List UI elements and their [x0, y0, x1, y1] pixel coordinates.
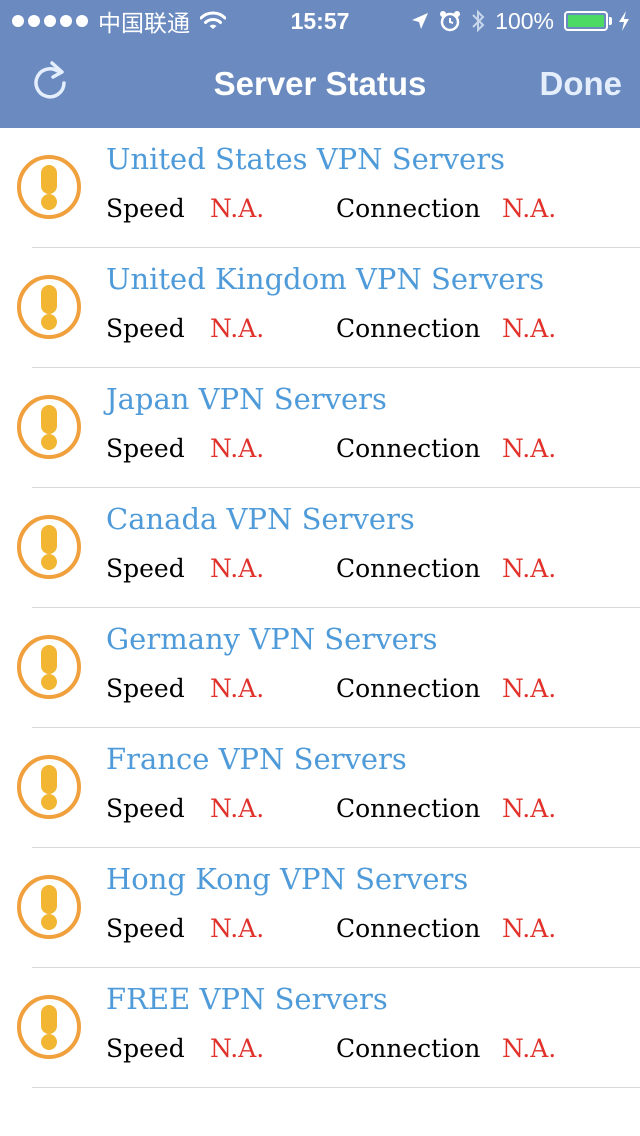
connection-label: Connection	[336, 914, 481, 943]
speed-label: Speed	[106, 794, 185, 823]
connection-label: Connection	[336, 434, 481, 463]
speed-value: N.A.	[210, 1034, 265, 1063]
server-stats: Speed N.A. Connection N.A.	[106, 674, 626, 708]
server-stats: Speed N.A. Connection N.A.	[106, 314, 626, 348]
server-name: France VPN Servers	[106, 742, 407, 776]
server-row[interactable]: Germany VPN Servers Speed N.A. Connection N.…	[0, 608, 640, 728]
status-bar: 中国联通 15:57 100%	[0, 0, 640, 40]
connection-value: N.A.	[502, 194, 557, 223]
warning-icon	[17, 635, 81, 699]
speed-value: N.A.	[210, 794, 265, 823]
server-list: United States VPN Servers Speed N.A. Connec…	[0, 128, 640, 1088]
server-stats: Speed N.A. Connection N.A.	[106, 434, 626, 468]
server-stats: Speed N.A. Connection N.A.	[106, 914, 626, 948]
warning-icon	[17, 275, 81, 339]
speed-label: Speed	[106, 554, 185, 583]
speed-label: Speed	[106, 674, 185, 703]
server-name: United States VPN Servers	[106, 142, 505, 176]
connection-value: N.A.	[502, 554, 557, 583]
warning-icon	[17, 395, 81, 459]
server-name: Canada VPN Servers	[106, 502, 415, 536]
warning-icon	[17, 155, 81, 219]
server-row[interactable]: United Kingdom VPN Servers Speed N.A. Conne…	[0, 248, 640, 368]
server-row[interactable]: Japan VPN Servers Speed N.A. Connection N.A.	[0, 368, 640, 488]
status-right: 100%	[411, 6, 630, 36]
speed-value: N.A.	[210, 314, 265, 343]
connection-value: N.A.	[502, 1034, 557, 1063]
server-name: United Kingdom VPN Servers	[106, 262, 545, 296]
connection-label: Connection	[336, 554, 481, 583]
connection-label: Connection	[336, 1034, 481, 1063]
speed-value: N.A.	[210, 194, 265, 223]
connection-label: Connection	[336, 314, 481, 343]
connection-value: N.A.	[502, 434, 557, 463]
server-stats: Speed N.A. Connection N.A.	[106, 194, 626, 228]
warning-icon	[17, 875, 81, 939]
server-stats: Speed N.A. Connection N.A.	[106, 1034, 626, 1068]
server-row[interactable]: United States VPN Servers Speed N.A. Connec…	[0, 128, 640, 248]
speed-label: Speed	[106, 434, 185, 463]
speed-value: N.A.	[210, 434, 265, 463]
battery-percent: 100%	[495, 7, 554, 34]
location-arrow-icon	[412, 13, 429, 29]
done-button[interactable]: Done	[540, 64, 623, 104]
speed-value: N.A.	[210, 674, 265, 703]
server-row[interactable]: Hong Kong VPN Servers Speed N.A. Connection…	[0, 848, 640, 968]
connection-label: Connection	[336, 794, 481, 823]
warning-icon	[17, 995, 81, 1059]
alarm-clock-icon	[440, 11, 461, 32]
server-row[interactable]: FREE VPN Servers Speed N.A. Connection N.A.	[0, 968, 640, 1088]
speed-label: Speed	[106, 1034, 185, 1063]
warning-icon	[17, 755, 81, 819]
charging-bolt-icon	[619, 11, 629, 31]
connection-label: Connection	[336, 194, 481, 223]
connection-value: N.A.	[502, 314, 557, 343]
speed-value: N.A.	[210, 914, 265, 943]
connection-value: N.A.	[502, 674, 557, 703]
connection-label: Connection	[336, 674, 481, 703]
speed-value: N.A.	[210, 554, 265, 583]
header: 中国联通 15:57 100% Server Status Done	[0, 0, 640, 128]
warning-icon	[17, 515, 81, 579]
server-row[interactable]: France VPN Servers Speed N.A. Connection N.A…	[0, 728, 640, 848]
server-name: Germany VPN Servers	[106, 622, 438, 656]
navigation-bar: Server Status Done	[0, 40, 640, 128]
server-name: Hong Kong VPN Servers	[106, 862, 469, 896]
connection-value: N.A.	[502, 794, 557, 823]
server-stats: Speed N.A. Connection N.A.	[106, 794, 626, 828]
speed-label: Speed	[106, 194, 185, 223]
speed-label: Speed	[106, 314, 185, 343]
bluetooth-icon	[472, 9, 485, 33]
server-row[interactable]: Canada VPN Servers Speed N.A. Connection N.A…	[0, 488, 640, 608]
connection-value: N.A.	[502, 914, 557, 943]
server-name: Japan VPN Servers	[106, 382, 387, 416]
server-name: FREE VPN Servers	[106, 982, 388, 1016]
battery-icon	[564, 11, 612, 31]
server-stats: Speed N.A. Connection N.A.	[106, 554, 626, 588]
speed-label: Speed	[106, 914, 185, 943]
